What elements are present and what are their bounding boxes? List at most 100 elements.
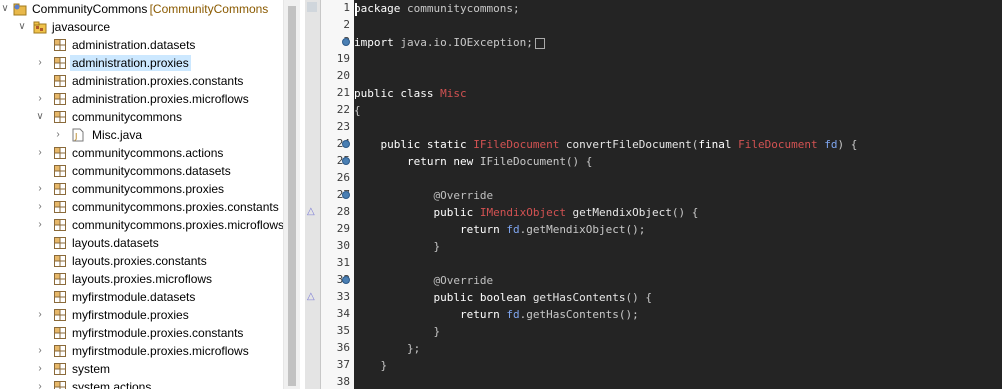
package-icon — [53, 254, 67, 268]
fold-toggle-icon[interactable] — [342, 140, 350, 148]
code-line[interactable]: } — [354, 357, 387, 374]
line-number: 38 — [336, 375, 350, 388]
chevron-right-icon[interactable]: › — [35, 346, 45, 356]
chevron-right-icon[interactable]: › — [53, 130, 63, 140]
tree-item[interactable]: ∨ communitycommons — [0, 108, 283, 126]
code-token: IFileDocument() { — [479, 155, 593, 168]
chevron-right-icon[interactable]: › — [35, 148, 45, 158]
package-icon — [53, 164, 67, 178]
line-number: 2 — [343, 18, 350, 31]
tree-item-label: myfirstmodule.proxies — [72, 308, 189, 322]
line-number: 19 — [336, 52, 350, 65]
tree-item[interactable]: ∨ CommunityCommons [CommunityCommons — [0, 0, 283, 18]
tree-item[interactable]: myfirstmodule.proxies.constants — [0, 324, 283, 342]
overview-ruler[interactable]: △ △ — [305, 0, 321, 389]
code-line[interactable]: return new IFileDocument() { — [354, 153, 592, 170]
tree-item[interactable]: › myfirstmodule.proxies — [0, 306, 283, 324]
chevron-right-icon[interactable]: › — [35, 310, 45, 320]
chevron-down-icon[interactable]: ∨ — [35, 112, 45, 122]
chevron-down-icon[interactable]: ∨ — [17, 22, 27, 32]
code-line[interactable]: return fd.getMendixObject(); — [354, 221, 645, 238]
chevron-down-icon[interactable]: ∨ — [0, 4, 10, 14]
tree-item[interactable]: administration.datasets — [0, 36, 283, 54]
code-line[interactable]: public IMendixObject getMendixObject() { — [354, 204, 698, 221]
code-token: IMendixObject — [479, 206, 566, 219]
code-token: fd — [506, 308, 520, 321]
tree-item-label: layouts.datasets — [72, 236, 159, 250]
line-number: 22 — [336, 103, 350, 116]
chevron-right-icon[interactable]: › — [35, 184, 45, 194]
line-number: 28 — [336, 205, 350, 218]
code-token: { — [354, 104, 361, 117]
package-explorer-tree: ∨ CommunityCommons [CommunityCommons ∨ javas… — [0, 0, 283, 389]
code-token: communitycommons; — [400, 2, 520, 15]
tree-item[interactable]: › communitycommons.actions — [0, 144, 283, 162]
code-line[interactable]: } — [354, 238, 440, 255]
code-token: public boolean — [354, 291, 533, 304]
line-number: 26 — [336, 171, 350, 184]
fold-toggle-icon[interactable] — [342, 276, 350, 284]
fold-toggle-icon[interactable] — [342, 157, 350, 165]
tree-item[interactable]: ∨ javasource — [0, 18, 283, 36]
tree-item[interactable]: administration.proxies.constants — [0, 72, 283, 90]
code-editor[interactable]: △△ 1231920212223242526272829303132333435… — [305, 0, 1002, 389]
code-line[interactable]: public class Misc — [354, 85, 467, 102]
tree-item[interactable]: layouts.datasets — [0, 234, 283, 252]
tree-item[interactable]: › myfirstmodule.proxies.microflows — [0, 342, 283, 360]
code-line[interactable]: public boolean getHasContents() { — [354, 289, 652, 306]
scrollbar-thumb[interactable] — [288, 6, 296, 386]
code-line[interactable]: }; — [354, 340, 420, 357]
package-icon — [53, 182, 67, 196]
fold-toggle-icon[interactable] — [342, 38, 350, 46]
code-token: () { — [625, 291, 653, 304]
code-token: @Override — [354, 274, 494, 287]
code-token: .getMendixObject(); — [519, 223, 646, 236]
code-line[interactable]: package communitycommons; — [354, 0, 520, 17]
package-icon — [53, 326, 67, 340]
code-token: } — [354, 240, 441, 253]
code-token: public class — [354, 87, 441, 100]
tree-item[interactable]: › administration.proxies — [0, 54, 283, 72]
code-line[interactable]: import java.io.IOException; — [354, 34, 545, 51]
override-marker-icon[interactable]: △ — [307, 206, 315, 217]
line-number: 34 — [336, 307, 350, 320]
fold-toggle-icon[interactable] — [342, 191, 350, 199]
tree-item-label: communitycommons.proxies.constants — [72, 200, 279, 214]
tree-vertical-scrollbar[interactable] — [283, 0, 300, 389]
code-token: IFileDocument — [473, 138, 560, 151]
tree-item[interactable]: › system — [0, 360, 283, 378]
chevron-right-icon[interactable]: › — [35, 94, 45, 104]
tree-item[interactable]: › communitycommons.proxies — [0, 180, 283, 198]
tree-item[interactable]: communitycommons.datasets — [0, 162, 283, 180]
code-area[interactable]: package communitycommons; import java.io.… — [354, 0, 1002, 389]
code-line[interactable]: return fd.getHasContents(); — [354, 306, 639, 323]
code-line[interactable]: { — [354, 102, 361, 119]
tree-item-label: administration.proxies.constants — [72, 74, 244, 88]
folded-region-icon[interactable] — [534, 37, 545, 49]
override-marker-icon[interactable]: △ — [307, 291, 315, 302]
tree-item[interactable]: layouts.proxies.microflows — [0, 270, 283, 288]
code-line[interactable]: @Override — [354, 187, 493, 204]
tree-item[interactable]: › system.actions — [0, 378, 283, 389]
code-line[interactable]: public static IFileDocument convertFileD… — [354, 136, 857, 153]
tree-item-label: administration.proxies.microflows — [72, 92, 249, 106]
tree-item[interactable]: myfirstmodule.datasets — [0, 288, 283, 306]
code-line[interactable]: @Override — [354, 272, 493, 289]
tree-item[interactable]: layouts.proxies.constants — [0, 252, 283, 270]
chevron-right-icon[interactable]: › — [35, 220, 45, 230]
package-icon — [53, 56, 67, 70]
tree-item[interactable]: › administration.proxies.microflows — [0, 90, 283, 108]
tree-item[interactable]: › J Misc.java — [0, 126, 283, 144]
tree-item[interactable]: › communitycommons.proxies.constants — [0, 198, 283, 216]
chevron-right-icon[interactable]: › — [35, 364, 45, 374]
package-icon — [53, 272, 67, 286]
line-number: 1 — [343, 1, 350, 14]
line-number: 37 — [336, 358, 350, 371]
chevron-right-icon[interactable]: › — [35, 58, 45, 68]
chevron-right-icon[interactable]: › — [35, 382, 45, 389]
code-line[interactable]: } — [354, 323, 440, 340]
project-decoration: [CommunityCommons — [149, 2, 269, 16]
tree-item[interactable]: › communitycommons.proxies.microflows — [0, 216, 283, 234]
chevron-right-icon[interactable]: › — [35, 202, 45, 212]
tree-item-label: communitycommons — [72, 110, 183, 124]
